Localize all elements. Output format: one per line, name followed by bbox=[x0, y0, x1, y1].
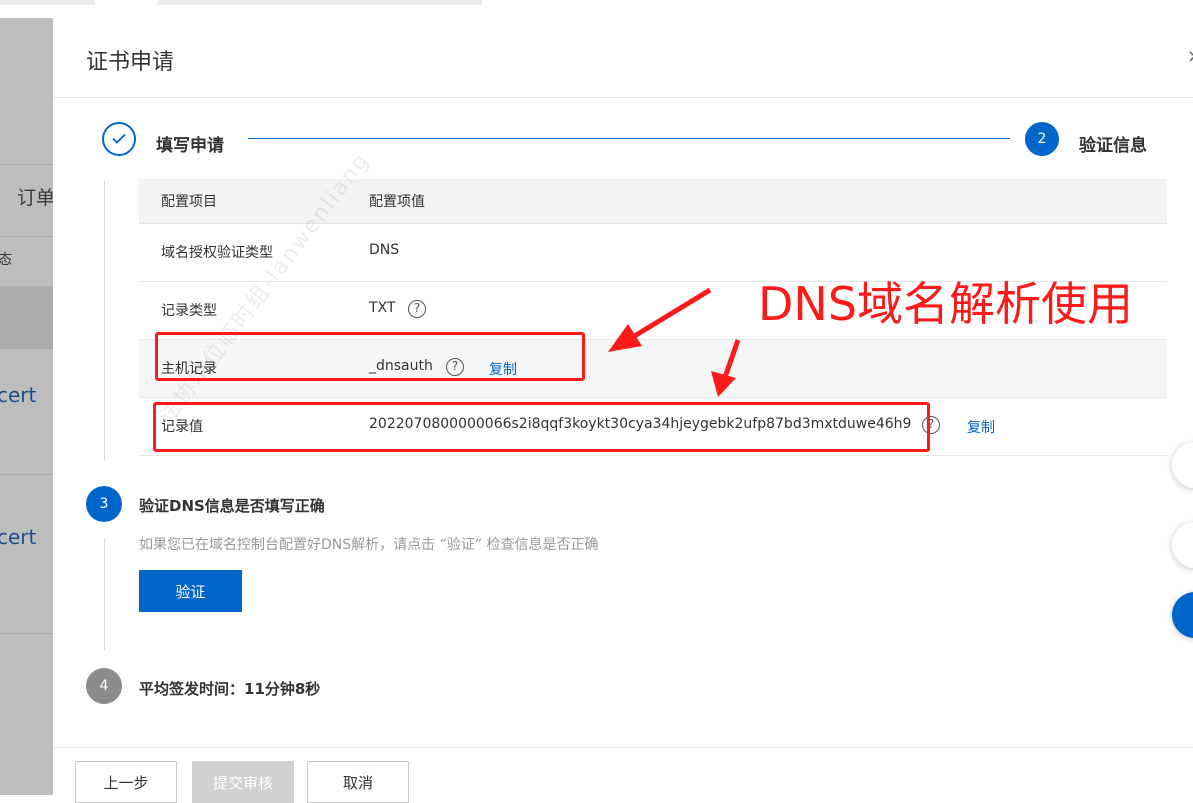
topbar-placeholder bbox=[0, 0, 95, 5]
submit-review-button[interactable]: 提交审核 bbox=[192, 761, 294, 803]
check-icon bbox=[112, 133, 126, 144]
step-vertical-line bbox=[104, 181, 105, 461]
divider bbox=[0, 236, 53, 237]
background-left-panel: 订单 态 cert cert bbox=[0, 18, 53, 795]
annotation-text: DNS域名解析使用 bbox=[758, 277, 1134, 331]
step1-complete-icon bbox=[102, 122, 136, 156]
step2-label: 验证信息 bbox=[1079, 136, 1147, 156]
row-value: TXT bbox=[369, 300, 396, 316]
topbar-search-placeholder bbox=[157, 0, 482, 5]
drawer-header: 证书申请 × bbox=[53, 18, 1193, 98]
background-topbar bbox=[0, 0, 1193, 19]
divider bbox=[0, 348, 53, 349]
divider bbox=[0, 474, 53, 475]
drawer-footer: 上一步 提交审核 取消 bbox=[53, 747, 1193, 803]
bg-cert-text: cert bbox=[0, 525, 37, 549]
row-key: 域名授权验证类型 bbox=[161, 245, 273, 261]
step-vertical-line bbox=[104, 538, 105, 650]
step2-indicator: 2 bbox=[1025, 122, 1059, 156]
drawer-title: 证书申请 bbox=[86, 50, 175, 75]
step3-title: 验证DNS信息是否填写正确 bbox=[139, 497, 325, 515]
step4-title: 平均签发时间：11分钟8秒 bbox=[139, 680, 321, 698]
bg-selected-row bbox=[0, 286, 53, 348]
prev-step-button[interactable]: 上一步 bbox=[75, 761, 177, 803]
step3-indicator: 3 bbox=[86, 486, 122, 522]
header-config-value: 配置项值 bbox=[369, 194, 425, 210]
steps-connector bbox=[248, 138, 1010, 139]
step3-hint: 如果您已在域名控制台配置好DNS解析，请点击 “验证” 检查信息是否正确 bbox=[139, 537, 599, 553]
cancel-button[interactable]: 取消 bbox=[307, 761, 409, 803]
step4-indicator: 4 bbox=[86, 668, 122, 704]
help-icon[interactable]: ? bbox=[408, 300, 426, 318]
row-key: 记录类型 bbox=[161, 303, 217, 319]
bg-order-text: 订单 bbox=[17, 187, 53, 209]
verify-button[interactable]: 验证 bbox=[139, 570, 242, 612]
annotation-box-record-value bbox=[153, 402, 930, 452]
close-icon[interactable]: × bbox=[1187, 46, 1193, 67]
divider bbox=[0, 633, 53, 634]
row-value: DNS bbox=[369, 242, 400, 258]
annotation-box-host-record bbox=[155, 332, 585, 381]
bg-cert-text: cert bbox=[0, 383, 37, 407]
header-config-item: 配置项目 bbox=[161, 194, 217, 210]
table-header: 配置项目 配置项值 bbox=[139, 179, 1167, 224]
divider bbox=[0, 164, 53, 165]
step1-label: 填写申请 bbox=[156, 136, 224, 156]
copy-record-value-link[interactable]: 复制 bbox=[967, 417, 995, 437]
bg-status-text: 态 bbox=[0, 252, 12, 268]
